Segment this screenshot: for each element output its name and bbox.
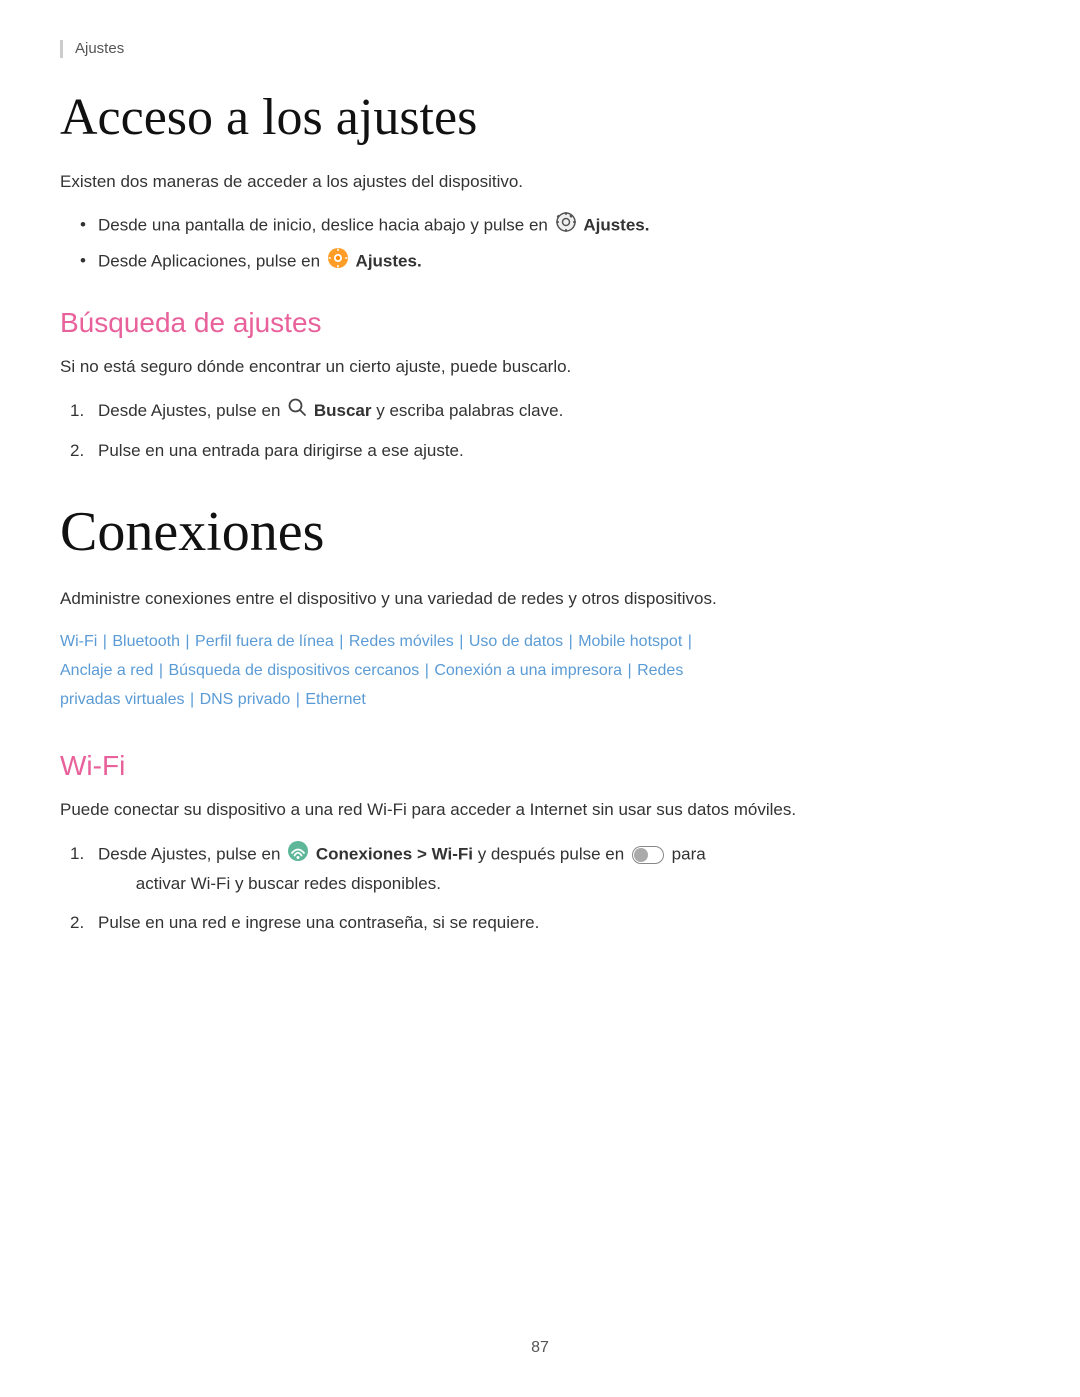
chapter-conexiones-title: Conexiones	[60, 500, 1020, 564]
link-bluetooth[interactable]: Bluetooth	[112, 633, 180, 650]
busqueda-step-2: 2. Pulse en una entrada para dirigirse a…	[70, 437, 1020, 464]
link-redes-privadas-virtuales[interactable]: privadas virtuales	[60, 691, 185, 708]
wifi-step-1: 1. Desde Ajustes, pulse en Conexiones > …	[70, 840, 1020, 897]
link-redes-privadas[interactable]: Redes	[637, 662, 683, 679]
search-icon	[287, 397, 307, 425]
conexiones-intro: Administre conexiones entre el dispositi…	[60, 585, 1020, 612]
link-busqueda-dispositivos[interactable]: Búsqueda de dispositivos cercanos	[168, 662, 419, 679]
busqueda-step-1: 1. Desde Ajustes, pulse en Buscar y escr…	[70, 397, 1020, 426]
breadcrumb-label: Ajustes	[75, 40, 124, 57]
link-dns[interactable]: DNS privado	[200, 691, 291, 708]
section-acceso-title: Acceso a los ajustes	[60, 88, 1020, 148]
breadcrumb: Ajustes	[60, 40, 1020, 58]
circle-gear-icon	[327, 247, 349, 277]
section-busqueda-title: Búsqueda de ajustes	[60, 307, 1020, 339]
bullet-item-1: Desde una pantalla de inicio, deslice ha…	[80, 211, 1020, 241]
section-conexiones: Conexiones Administre conexiones entre e…	[60, 500, 1020, 714]
toggle-icon	[632, 846, 664, 864]
section-busqueda-intro: Si no está seguro dónde encontrar un cie…	[60, 353, 1020, 380]
bullet-item-2: Desde Aplicaciones, pulse en Ajustes.	[80, 247, 1020, 277]
section-acceso-intro: Existen dos maneras de acceder a los aju…	[60, 168, 1020, 195]
buscar-label: Buscar	[314, 401, 372, 420]
ajustes-label-2: Ajustes.	[356, 252, 422, 271]
link-impresora[interactable]: Conexión a una impresora	[434, 662, 622, 679]
wifi-intro: Puede conectar su dispositivo a una red …	[60, 796, 1020, 823]
section-wifi: Wi-Fi Puede conectar su dispositivo a un…	[60, 750, 1020, 936]
section-acceso: Acceso a los ajustes Existen dos maneras…	[60, 88, 1020, 277]
wifi-subtitle: Wi-Fi	[60, 750, 1020, 782]
page-number: 87	[0, 1339, 1080, 1357]
link-ethernet[interactable]: Ethernet	[305, 691, 365, 708]
link-redes-moviles[interactable]: Redes móviles	[349, 633, 454, 650]
connections-icon	[287, 840, 309, 870]
link-mobile-hotspot[interactable]: Mobile hotspot	[578, 633, 682, 650]
link-uso-datos[interactable]: Uso de datos	[469, 633, 563, 650]
wifi-step-2: 2. Pulse en una red e ingrese una contra…	[70, 909, 1020, 936]
link-perfil[interactable]: Perfil fuera de línea	[195, 633, 334, 650]
conexiones-links: Wi-Fi | Bluetooth | Perfil fuera de líne…	[60, 628, 1020, 714]
link-wifi[interactable]: Wi-Fi	[60, 633, 97, 650]
link-anclaje[interactable]: Anclaje a red	[60, 662, 153, 679]
busqueda-steps: 1. Desde Ajustes, pulse en Buscar y escr…	[70, 397, 1020, 465]
wifi-steps: 1. Desde Ajustes, pulse en Conexiones > …	[70, 840, 1020, 937]
ajustes-label-1: Ajustes.	[583, 216, 649, 235]
section-acceso-bullets: Desde una pantalla de inicio, deslice ha…	[80, 211, 1020, 277]
gear-settings-icon	[555, 211, 577, 241]
conexiones-wifi-label: Conexiones > Wi-Fi	[316, 844, 473, 863]
section-busqueda: Búsqueda de ajustes Si no está seguro dó…	[60, 307, 1020, 464]
